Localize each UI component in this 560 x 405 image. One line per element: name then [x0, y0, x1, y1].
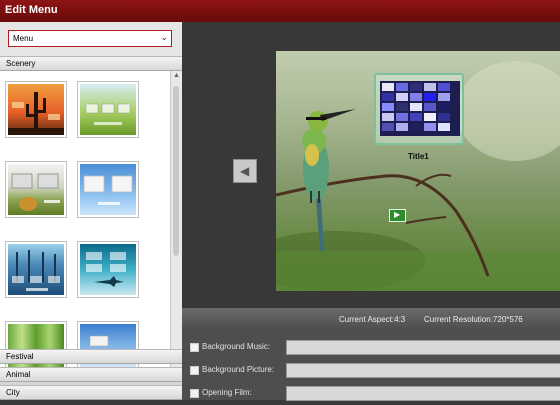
background-picture-label: Background Picture:	[202, 365, 275, 374]
scrollbar-thumb[interactable]	[173, 86, 179, 256]
play-button[interactable]: ▶	[389, 209, 406, 222]
category-city[interactable]: City	[0, 385, 182, 400]
resolution-text: Current Resolution:720*576	[424, 315, 523, 324]
menu-options-form: Background Music: Background Picture: Op…	[182, 332, 560, 401]
opening-film-field[interactable]	[286, 386, 560, 401]
chevron-down-icon[interactable]: ⌄	[160, 32, 168, 43]
template-thumb-sky[interactable]	[77, 161, 139, 218]
category-label: Scenery	[6, 59, 36, 68]
template-thumb-winter-forest[interactable]	[5, 241, 67, 298]
category-scenery[interactable]: Scenery	[0, 56, 182, 71]
category-festival[interactable]: Festival	[0, 349, 182, 364]
title-thumbnail-image	[380, 81, 460, 136]
background-music-field[interactable]	[286, 340, 560, 355]
opening-film-label: Opening Film:	[202, 388, 252, 397]
dropdown-value: Menu	[13, 34, 34, 43]
scroll-up-icon[interactable]: ▲	[172, 72, 181, 80]
template-thumb-hay-bale[interactable]	[5, 161, 67, 218]
aspect-text: Current Aspect:4:3	[339, 315, 406, 324]
background-music-checkbox[interactable]	[190, 343, 199, 352]
background-picture-checkbox[interactable]	[190, 366, 199, 375]
category-label: Animal	[6, 370, 31, 379]
background-picture-field[interactable]	[286, 363, 560, 378]
dropdown-container: Menu ⌄	[0, 22, 182, 56]
opening-film-row: Opening Film:	[182, 382, 560, 405]
menu-preview-canvas[interactable]: Title1 ▶	[276, 51, 560, 291]
previous-page-button[interactable]: ◀	[233, 159, 257, 183]
background-music-label: Background Music:	[202, 342, 271, 351]
template-list	[0, 71, 170, 371]
title-thumbnail-frame[interactable]	[374, 73, 464, 145]
status-bar: Current Aspect:4:3 Current Resolution:72…	[182, 308, 560, 332]
chevron-left-icon: ◀	[240, 164, 250, 178]
category-label: City	[6, 388, 20, 397]
template-thumb-desert-sunset[interactable]	[5, 81, 67, 138]
window-title-bar: Edit Menu	[0, 0, 560, 22]
play-icon: ▶	[394, 210, 401, 219]
category-animal[interactable]: Animal	[0, 367, 182, 382]
template-thumb-ocean-plane[interactable]	[77, 241, 139, 298]
preview-panel: ◀ Title1 ▶ Current Aspect:4:3 Current Re…	[182, 22, 560, 401]
title-label[interactable]: Title1	[408, 152, 429, 161]
template-thumb-green-field[interactable]	[77, 81, 139, 138]
opening-film-checkbox[interactable]	[190, 389, 199, 398]
background-music-row: Background Music:	[182, 336, 560, 359]
template-list-scrollbar[interactable]: ▲	[170, 71, 182, 371]
menu-type-dropdown[interactable]: Menu ⌄	[8, 30, 172, 47]
category-label: Festival	[6, 352, 34, 361]
cactus-illustration	[8, 92, 64, 135]
window-title: Edit Menu	[5, 4, 58, 16]
template-panel: Menu ⌄ Scenery ▲ Festival Animal City	[0, 22, 182, 400]
background-picture-row: Background Picture:	[182, 359, 560, 382]
